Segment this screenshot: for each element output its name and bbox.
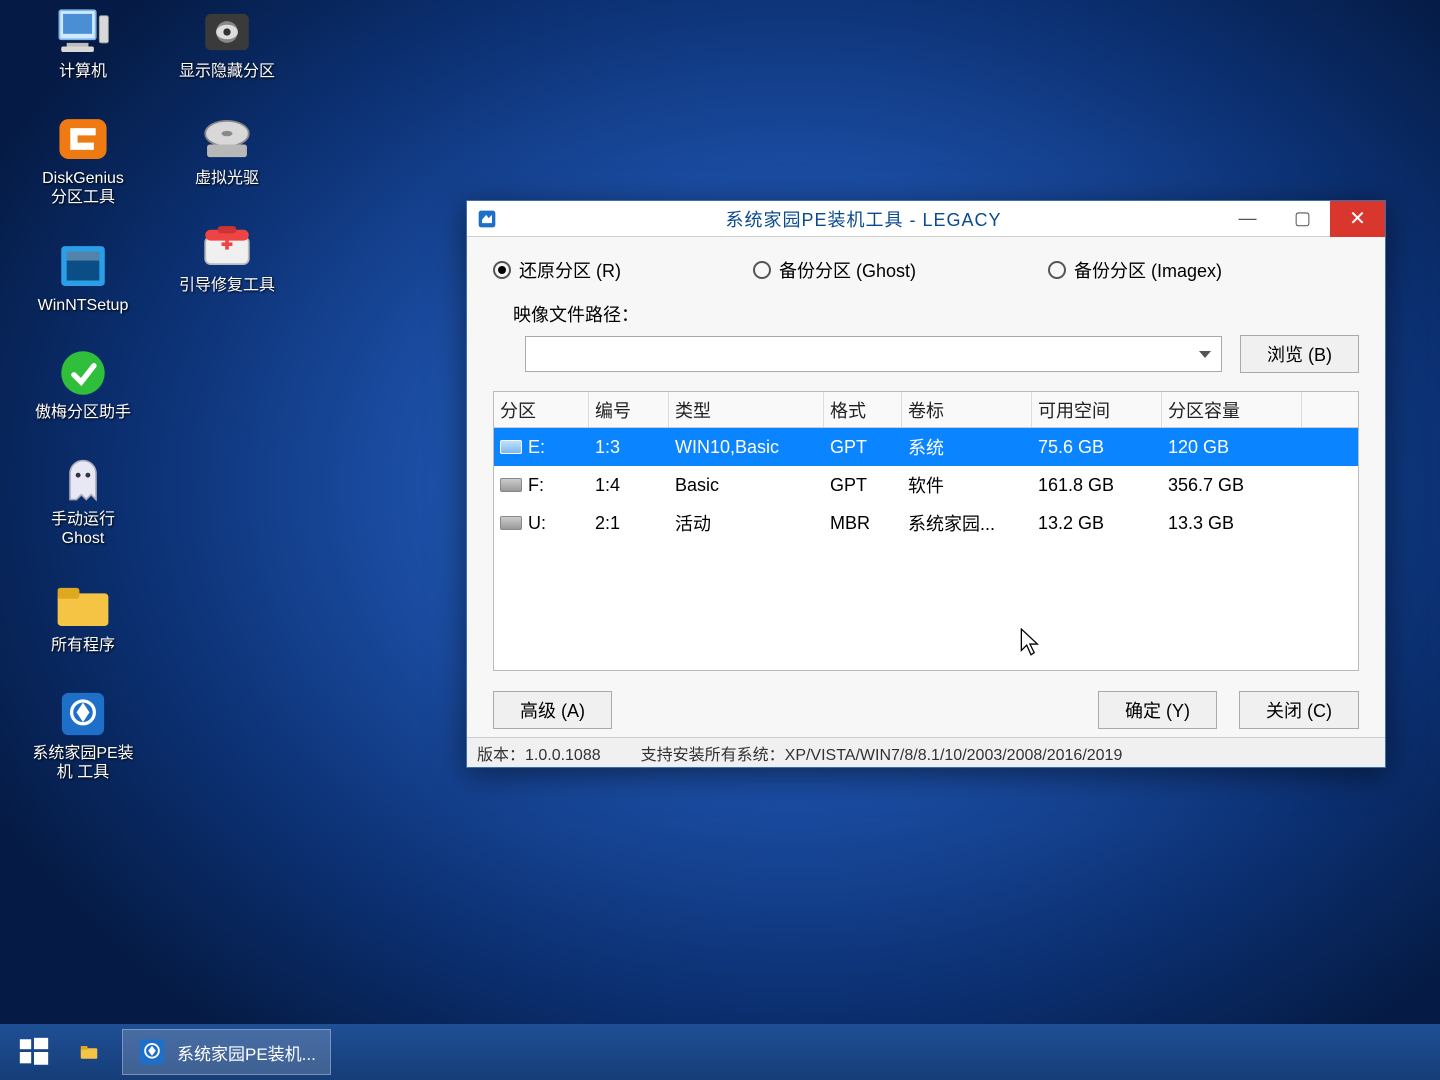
table-header: 分区 编号 类型 格式 卷标 可用空间 分区容量 <box>494 392 1358 428</box>
cell-capacity: 13.3 GB <box>1162 513 1302 534</box>
taskbar-task-label: 系统家园PE装机... <box>177 1040 316 1065</box>
cell-type: Basic <box>669 475 824 496</box>
col-capacity[interactable]: 分区容量 <box>1162 392 1302 427</box>
pe-tool-icon <box>52 688 114 740</box>
cell-number: 1:3 <box>589 437 669 458</box>
maximize-button[interactable]: ▢ <box>1275 201 1330 237</box>
col-volume[interactable]: 卷标 <box>902 392 1032 427</box>
winntsetup-icon <box>52 240 114 292</box>
cancel-button[interactable]: 关闭 (C) <box>1239 691 1359 729</box>
desktop-icon-computer[interactable]: 计算机 <box>18 6 148 81</box>
cdrom-icon <box>196 113 258 165</box>
cell-type: 活动 <box>669 510 824 536</box>
desktop-icon-boot-repair[interactable]: 引导修复工具 <box>162 220 292 295</box>
image-path-label: 映像文件路径： <box>493 301 639 327</box>
cell-format: GPT <box>824 437 902 458</box>
desktop-icon-label: 引导修复工具 <box>179 276 275 295</box>
cell-capacity: 356.7 GB <box>1162 475 1302 496</box>
desktop-icon-folder[interactable]: 所有程序 <box>18 580 148 655</box>
disk-icon <box>500 516 522 530</box>
desktop-icon-aomei[interactable]: 傲梅分区助手 <box>18 347 148 422</box>
disk-icon <box>500 440 522 454</box>
taskbar-active-task[interactable]: 系统家园PE装机... <box>122 1029 331 1075</box>
cell-drive: E: <box>528 437 545 458</box>
close-button[interactable]: ✕ <box>1330 201 1385 237</box>
status-bar: 版本：1.0.0.1088 支持安装所有系统：XP/VISTA/WIN7/8/8… <box>467 737 1385 767</box>
desktop-icon-label: 系统家园PE装 机 工具 <box>32 744 133 782</box>
partition-table: 分区 编号 类型 格式 卷标 可用空间 分区容量 E: 1:3WIN10,Basi… <box>493 391 1359 671</box>
col-type[interactable]: 类型 <box>669 392 824 427</box>
table-row[interactable]: E: 1:3WIN10,BasicGPT系统75.6 GB120 GB <box>494 428 1358 466</box>
desktop-icon-cdrom[interactable]: 虚拟光驱 <box>162 113 292 188</box>
cell-free: 161.8 GB <box>1032 475 1162 496</box>
col-format[interactable]: 格式 <box>824 392 902 427</box>
ok-button[interactable]: 确定 (Y) <box>1098 691 1217 729</box>
radio-dot-icon <box>753 261 771 279</box>
advanced-button[interactable]: 高级 (A) <box>493 691 612 729</box>
col-free[interactable]: 可用空间 <box>1032 392 1162 427</box>
cell-type: WIN10,Basic <box>669 437 824 458</box>
table-row[interactable]: U: 2:1活动MBR系统家园...13.2 GB13.3 GB <box>494 504 1358 542</box>
cell-format: GPT <box>824 475 902 496</box>
col-number[interactable]: 编号 <box>589 392 669 427</box>
browse-button[interactable]: 浏览 (B) <box>1240 335 1359 373</box>
cell-volume: 系统 <box>902 434 1032 460</box>
radio-restore[interactable]: 还原分区 (R) <box>493 257 753 283</box>
radio-dot-icon <box>1048 261 1066 279</box>
disk-icon <box>500 478 522 492</box>
radio-dot-icon <box>493 261 511 279</box>
boot-repair-icon <box>196 220 258 272</box>
desktop-icon-diskgenius[interactable]: DiskGenius 分区工具 <box>18 113 148 207</box>
desktop-icon-winntsetup[interactable]: WinNTSetup <box>18 240 148 315</box>
cell-free: 75.6 GB <box>1032 437 1162 458</box>
cell-number: 1:4 <box>589 475 669 496</box>
col-partition[interactable]: 分区 <box>494 392 589 427</box>
titlebar[interactable]: 系统家园PE装机工具 - LEGACY — ▢ ✕ <box>467 201 1385 237</box>
ghost-icon <box>52 454 114 506</box>
folder-icon <box>52 580 114 632</box>
desktop-icon-label: 所有程序 <box>51 636 115 655</box>
desktop-icon-label: DiskGenius 分区工具 <box>42 169 124 207</box>
cell-format: MBR <box>824 513 902 534</box>
app-icon <box>467 209 507 229</box>
desktop-icon-ghost[interactable]: 手动运行 Ghost <box>18 454 148 548</box>
pe-install-window: 系统家园PE装机工具 - LEGACY — ▢ ✕ 还原分区 (R) 备份分区 … <box>466 200 1386 768</box>
image-path-combo[interactable] <box>525 336 1222 372</box>
desktop-icon-label: 计算机 <box>59 62 107 81</box>
taskbar[interactable]: 系统家园PE装机... <box>0 1024 1440 1080</box>
desktop-icon-label: 傲梅分区助手 <box>35 403 131 422</box>
cell-free: 13.2 GB <box>1032 513 1162 534</box>
support-label: 支持安装所有系统：XP/VISTA/WIN7/8/8.1/10/2003/200… <box>641 741 1375 765</box>
hidden-part-icon <box>196 6 258 58</box>
version-label: 版本：1.0.0.1088 <box>477 741 601 765</box>
desktop-icon-label: 虚拟光驱 <box>195 169 259 188</box>
cell-volume: 系统家园... <box>902 510 1032 536</box>
radio-backup-ghost[interactable]: 备份分区 (Ghost) <box>753 257 1048 283</box>
radio-backup-imagex[interactable]: 备份分区 (Imagex) <box>1048 257 1359 283</box>
desktop-icon-label: 手动运行 Ghost <box>51 510 115 548</box>
computer-icon <box>52 6 114 58</box>
aomei-icon <box>52 347 114 399</box>
minimize-button[interactable]: — <box>1220 201 1275 237</box>
cell-volume: 软件 <box>902 472 1032 498</box>
desktop-icon-pe-tool[interactable]: 系统家园PE装 机 工具 <box>18 688 148 782</box>
start-button[interactable] <box>12 1030 56 1074</box>
cell-capacity: 120 GB <box>1162 437 1302 458</box>
desktop-icon-label: WinNTSetup <box>38 296 129 315</box>
cell-number: 2:1 <box>589 513 669 534</box>
desktop-icon-hidden-part[interactable]: 显示隐藏分区 <box>162 6 292 81</box>
table-row[interactable]: F: 1:4BasicGPT软件161.8 GB356.7 GB <box>494 466 1358 504</box>
cell-drive: F: <box>528 475 544 496</box>
cell-drive: U: <box>528 513 546 534</box>
window-title: 系统家园PE装机工具 - LEGACY <box>507 206 1220 232</box>
mode-radio-group: 还原分区 (R) 备份分区 (Ghost) 备份分区 (Imagex) <box>493 257 1359 283</box>
desktop-icon-label: 显示隐藏分区 <box>179 62 275 81</box>
taskbar-explorer[interactable] <box>66 1029 112 1075</box>
diskgenius-icon <box>52 113 114 165</box>
